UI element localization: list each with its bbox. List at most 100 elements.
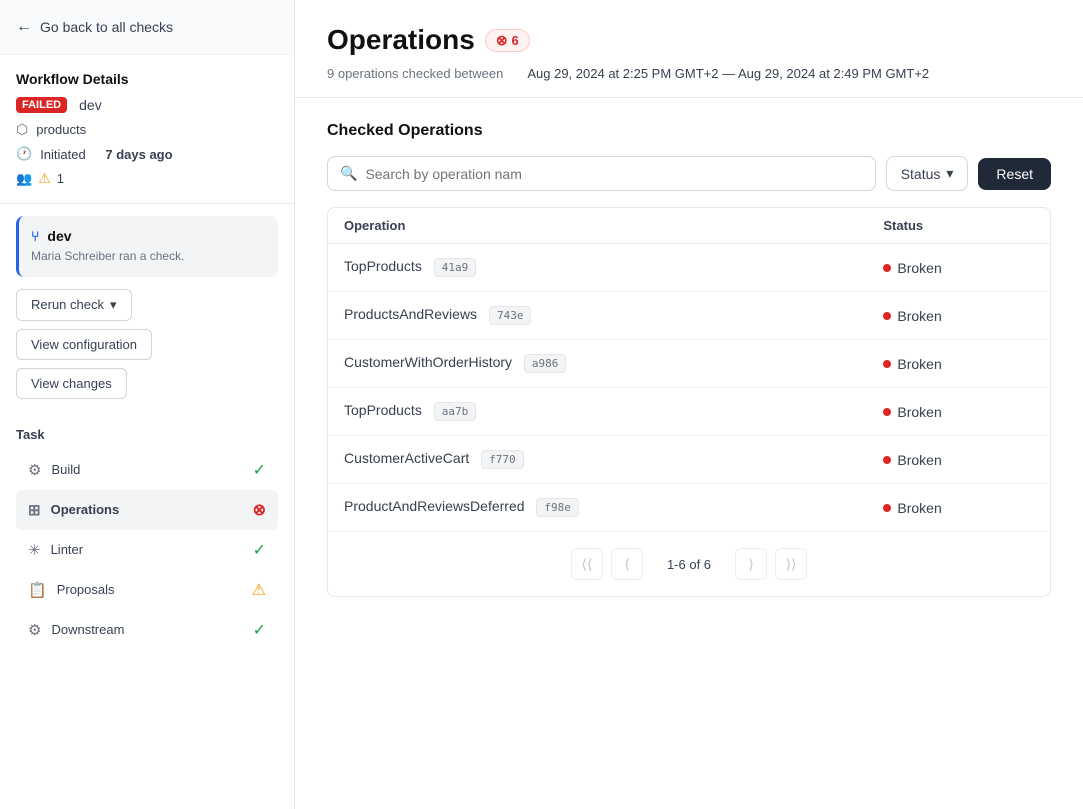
table-row[interactable]: CustomerWithOrderHistory a986 Broken	[328, 340, 1050, 388]
checked-ops-section: Checked Operations 🔍 Status ▾ Reset Oper…	[295, 98, 1083, 621]
linter-status-icon: ✓	[253, 540, 266, 560]
rerun-label: Rerun check	[31, 297, 104, 312]
sidebar-item-operations[interactable]: ⊞ Operations ⊗	[16, 490, 278, 530]
sidebar: ← Go back to all checks Workflow Details…	[0, 0, 295, 809]
error-badge-icon: ⊗	[496, 32, 508, 49]
people-icon: 👥	[16, 171, 32, 187]
search-icon: 🔍	[340, 165, 357, 182]
op-name-cell: TopProducts aa7b	[328, 388, 867, 436]
op-hash: a986	[524, 354, 567, 373]
status-label: Broken	[897, 452, 941, 468]
dev-card-icon: ⑂	[31, 228, 39, 244]
sidebar-item-label-linter: Linter	[51, 542, 243, 557]
status-dropdown-label: Status	[901, 166, 941, 182]
status-broken: Broken	[883, 356, 1034, 372]
op-name: TopProducts	[344, 402, 422, 418]
env-name: dev	[79, 97, 102, 113]
op-name-cell: CustomerActiveCart f770	[328, 436, 867, 484]
operations-table: Operation Status TopProducts 41a9 Broken…	[328, 208, 1050, 532]
table-row[interactable]: ProductsAndReviews 743e Broken	[328, 292, 1050, 340]
dev-card: ⑂ dev Maria Schreiber ran a check.	[16, 216, 278, 277]
page-info: 1-6 of 6	[651, 557, 727, 572]
op-name: ProductAndReviewsDeferred	[344, 498, 525, 514]
op-hash: f98e	[536, 498, 579, 517]
op-name: ProductsAndReviews	[344, 306, 477, 322]
main-content: Operations ⊗ 6 9 operations checked betw…	[295, 0, 1083, 809]
meta-range: Aug 29, 2024 at 2:25 PM GMT+2 — Aug 29, …	[527, 66, 929, 81]
op-name: CustomerActiveCart	[344, 450, 469, 466]
op-status-cell: Broken	[867, 484, 1050, 532]
back-link[interactable]: ← Go back to all checks	[0, 0, 294, 55]
status-broken: Broken	[883, 308, 1034, 324]
sidebar-item-label-downstream: Downstream	[51, 622, 242, 637]
status-label: Broken	[897, 260, 941, 276]
main-header: Operations ⊗ 6 9 operations checked betw…	[295, 0, 1083, 98]
rerun-chevron-icon: ▾	[110, 297, 117, 313]
task-section-title: Task	[16, 427, 278, 442]
workflow-details: Workflow Details FAILED dev ⬡ products 🕐…	[0, 55, 294, 204]
alert-icon: ⚠	[38, 170, 51, 187]
linter-icon: ✳	[28, 541, 41, 559]
proposals-status-icon: ⚠	[252, 580, 266, 600]
view-changes-button[interactable]: View changes	[16, 368, 127, 399]
sidebar-item-proposals[interactable]: 📋 Proposals ⚠	[16, 570, 278, 610]
status-label: Broken	[897, 500, 941, 516]
error-count-badge: ⊗ 6	[485, 29, 530, 52]
operations-table-container: Operation Status TopProducts 41a9 Broken…	[327, 207, 1051, 597]
view-configuration-button[interactable]: View configuration	[16, 329, 152, 360]
status-dropdown[interactable]: Status ▾	[886, 156, 969, 191]
view-changes-label: View changes	[31, 376, 112, 391]
col-status: Status	[867, 208, 1050, 244]
sidebar-item-build[interactable]: ⚙ Build ✓	[16, 450, 278, 490]
error-badge-count: 6	[512, 33, 519, 48]
op-status-cell: Broken	[867, 244, 1050, 292]
op-status-cell: Broken	[867, 436, 1050, 484]
sidebar-item-downstream[interactable]: ⚙ Downstream ✓	[16, 610, 278, 650]
alert-row: 👥 ⚠ 1	[16, 170, 278, 187]
build-status-icon: ✓	[253, 460, 266, 480]
status-broken: Broken	[883, 404, 1034, 420]
dev-card-name: dev	[47, 228, 71, 244]
status-dot-icon	[883, 360, 891, 368]
reset-button[interactable]: Reset	[978, 158, 1051, 190]
table-header: Operation Status	[328, 208, 1050, 244]
table-row[interactable]: CustomerActiveCart f770 Broken	[328, 436, 1050, 484]
checked-ops-title: Checked Operations	[327, 122, 1051, 140]
main-title-row: Operations ⊗ 6	[327, 24, 1051, 56]
products-icon: ⬡	[16, 121, 28, 138]
next-page-button[interactable]: ⟩	[735, 548, 767, 580]
products-row: ⬡ products	[16, 121, 278, 138]
table-row[interactable]: TopProducts 41a9 Broken	[328, 244, 1050, 292]
operations-icon: ⊞	[28, 501, 41, 519]
sidebar-item-label-operations: Operations	[51, 502, 243, 517]
pagination: ⟨⟨ ⟨ 1-6 of 6 ⟩ ⟩⟩	[328, 532, 1050, 596]
sidebar-item-linter[interactable]: ✳ Linter ✓	[16, 530, 278, 570]
table-row[interactable]: TopProducts aa7b Broken	[328, 388, 1050, 436]
action-buttons: Rerun check ▾ View configuration View ch…	[0, 289, 294, 415]
proposals-icon: 📋	[28, 581, 47, 599]
status-broken: Broken	[883, 500, 1034, 516]
op-status-cell: Broken	[867, 340, 1050, 388]
meta-ops-text: 9 operations checked between	[327, 66, 503, 81]
op-name-cell: TopProducts 41a9	[328, 244, 867, 292]
status-label: Broken	[897, 308, 941, 324]
downstream-icon: ⚙	[28, 621, 41, 639]
search-input[interactable]	[365, 166, 862, 182]
back-arrow-icon: ←	[16, 18, 32, 36]
rerun-check-button[interactable]: Rerun check ▾	[16, 289, 132, 321]
workflow-details-title: Workflow Details	[16, 71, 278, 87]
first-page-button[interactable]: ⟨⟨	[571, 548, 603, 580]
op-name: CustomerWithOrderHistory	[344, 354, 512, 370]
last-page-button[interactable]: ⟩⟩	[775, 548, 807, 580]
status-label: Broken	[897, 356, 941, 372]
op-name: TopProducts	[344, 258, 422, 274]
table-row[interactable]: ProductAndReviewsDeferred f98e Broken	[328, 484, 1050, 532]
status-chevron-icon: ▾	[946, 165, 953, 182]
status-dot-icon	[883, 264, 891, 272]
alert-count: 1	[57, 171, 64, 186]
status-dot-icon	[883, 312, 891, 320]
prev-page-button[interactable]: ⟨	[611, 548, 643, 580]
status-dot-icon	[883, 408, 891, 416]
operations-status-icon: ⊗	[253, 500, 266, 520]
status-broken: Broken	[883, 452, 1034, 468]
